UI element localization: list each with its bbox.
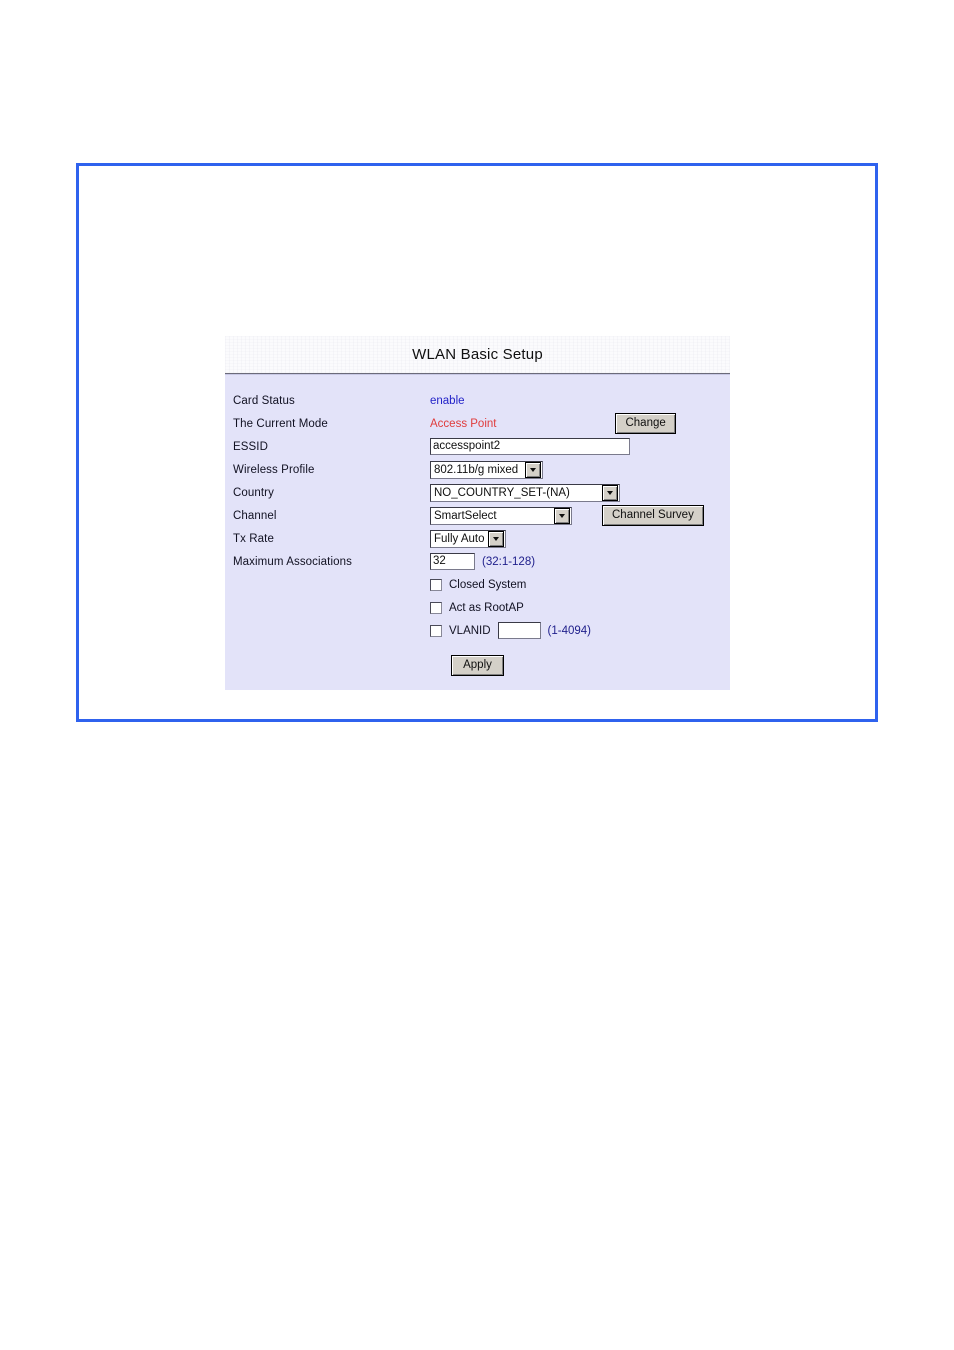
field-max-associations: 32 (32:1-128)	[430, 553, 730, 570]
tx-rate-select[interactable]: Fully Auto	[430, 529, 506, 548]
field-vlanid: VLANID (1-4094)	[430, 622, 730, 639]
panel-body: Card Status enable The Current Mode Acce…	[225, 374, 730, 690]
vlanid-label: VLANID	[449, 624, 491, 637]
field-channel: SmartSelect Channel Survey	[430, 505, 730, 526]
row-channel: Channel SmartSelect Channel Survey	[225, 504, 730, 527]
closed-system-label: Closed System	[449, 578, 527, 591]
chevron-down-icon[interactable]	[602, 484, 618, 501]
row-current-mode: The Current Mode Access Point Change	[225, 412, 730, 435]
chevron-down-icon[interactable]	[554, 507, 570, 524]
vlanid-checkbox[interactable]	[430, 624, 442, 637]
field-country: NO_COUNTRY_SET-(NA)	[430, 483, 730, 502]
chevron-down-icon[interactable]	[488, 530, 504, 547]
channel-value: SmartSelect	[434, 509, 497, 522]
card-status-value: enable	[430, 394, 465, 407]
page-title: WLAN Basic Setup	[412, 346, 543, 363]
field-closed-system: Closed System	[430, 578, 730, 591]
row-closed-system: Closed System	[225, 573, 730, 596]
field-card-status: enable	[430, 395, 730, 407]
row-country: Country NO_COUNTRY_SET-(NA)	[225, 481, 730, 504]
chevron-down-icon[interactable]	[525, 461, 541, 478]
closed-system-checkbox[interactable]	[430, 578, 442, 591]
label-max-associations: Maximum Associations	[233, 555, 352, 568]
apply-button[interactable]: Apply	[451, 655, 504, 676]
label-essid: ESSID	[233, 440, 269, 453]
wlan-basic-setup-panel: WLAN Basic Setup Card Status enable The …	[225, 336, 730, 690]
label-tx-rate: Tx Rate	[233, 532, 274, 545]
max-associations-hint: (32:1-128)	[482, 555, 536, 568]
label-current-mode: The Current Mode	[233, 417, 328, 430]
apply-row: Apply	[225, 655, 730, 676]
label-wireless-profile: Wireless Profile	[233, 463, 315, 476]
label-channel: Channel	[233, 509, 277, 522]
label-card-status: Card Status	[233, 394, 295, 407]
wireless-profile-value: 802.11b/g mixed	[434, 463, 519, 476]
row-max-associations: Maximum Associations 32 (32:1-128)	[225, 550, 730, 573]
country-select[interactable]: NO_COUNTRY_SET-(NA)	[430, 483, 620, 502]
field-wireless-profile: 802.11b/g mixed	[430, 460, 730, 479]
row-act-as-rootap: Act as RootAP	[225, 596, 730, 619]
row-tx-rate: Tx Rate Fully Auto	[225, 527, 730, 550]
row-card-status: Card Status enable	[225, 389, 730, 412]
country-value: NO_COUNTRY_SET-(NA)	[434, 486, 570, 499]
channel-survey-button[interactable]: Channel Survey	[602, 505, 704, 526]
tx-rate-value: Fully Auto	[434, 532, 485, 545]
field-tx-rate: Fully Auto	[430, 529, 730, 548]
wireless-profile-select[interactable]: 802.11b/g mixed	[430, 460, 543, 479]
field-act-as-rootap: Act as RootAP	[430, 601, 730, 614]
act-as-rootap-checkbox[interactable]	[430, 601, 442, 614]
channel-select[interactable]: SmartSelect	[430, 506, 572, 525]
vlanid-hint: (1-4094)	[547, 624, 592, 637]
field-current-mode: Access Point Change	[430, 413, 730, 434]
essid-input[interactable]: accesspoint2	[430, 438, 630, 455]
change-mode-button[interactable]: Change	[615, 413, 676, 434]
row-wireless-profile: Wireless Profile 802.11b/g mixed	[225, 458, 730, 481]
field-essid: accesspoint2	[430, 438, 730, 455]
current-mode-value: Access Point	[430, 417, 497, 430]
vlanid-input[interactable]	[497, 622, 541, 639]
max-associations-input[interactable]: 32	[430, 553, 475, 570]
act-as-rootap-label: Act as RootAP	[449, 601, 524, 614]
panel-header: WLAN Basic Setup	[225, 336, 730, 374]
row-vlanid: VLANID (1-4094)	[225, 619, 730, 642]
row-essid: ESSID accesspoint2	[225, 435, 730, 458]
label-country: Country	[233, 486, 274, 499]
